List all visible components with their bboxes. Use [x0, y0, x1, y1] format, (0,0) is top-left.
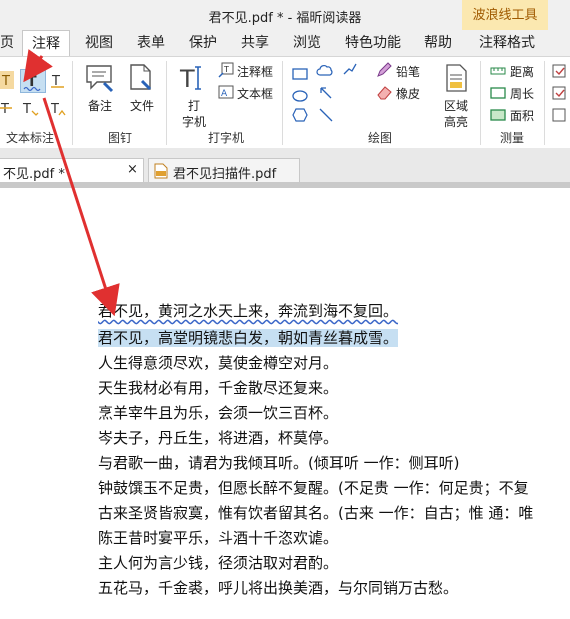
- doc-tab-label: 君不见扫描件.pdf: [173, 167, 277, 182]
- poem-line: 君不见，高堂明镜悲白发，朝如青丝暮成雪。: [98, 327, 399, 349]
- document-tab-bar: 不见.pdf * × 君不见扫描件.pdf: [0, 148, 570, 183]
- pencil-icon[interactable]: [376, 62, 392, 78]
- poem-line: 陈王昔时宴平乐，斗酒十千恣欢谑。: [98, 529, 339, 547]
- poem-line: 主人何为言少钱，径须沽取对君酌。: [98, 554, 339, 572]
- pencil-label[interactable]: 铅笔: [396, 63, 420, 80]
- ribbon-separator: [166, 61, 167, 145]
- stamp-edit-icon[interactable]: [552, 85, 568, 101]
- group-label-pin: 图钉: [108, 131, 133, 145]
- tab-view[interactable]: 视图: [76, 30, 122, 56]
- typewriter-label-2[interactable]: 字机: [182, 113, 206, 130]
- ellipse-icon[interactable]: [292, 87, 308, 102]
- poem-line: 五花马，千金裘，呼儿将出换美酒，与尔同销万古愁。: [98, 579, 459, 597]
- arrow-tool-icon[interactable]: [318, 85, 334, 101]
- eraser-label[interactable]: 橡皮: [396, 85, 420, 102]
- svg-text:T: T: [22, 102, 31, 117]
- underline-text-icon[interactable]: T: [50, 71, 66, 89]
- poem-line: 钟鼓馔玉不足贵，但愿长醉不复醒。(不足贵 一作：何足贵；不复: [98, 479, 529, 497]
- textbox-label[interactable]: 文本框: [237, 85, 273, 102]
- poem-line: 君不见，黄河之水天上来，奔流到海不复回。: [98, 300, 398, 322]
- close-icon[interactable]: ×: [127, 162, 138, 177]
- poem-line: 古来圣贤皆寂寞，惟有饮者留其名。(古来 一作：自古；惟 通：唯: [98, 504, 534, 522]
- doc-tab-active[interactable]: 不见.pdf * ×: [0, 158, 144, 183]
- svg-text:T: T: [223, 65, 229, 74]
- ribbon-separator: [282, 61, 283, 145]
- tab-browse[interactable]: 浏览: [284, 30, 330, 56]
- file-label[interactable]: 文件: [130, 97, 154, 114]
- tab-features[interactable]: 特色功能: [340, 30, 406, 56]
- polygon-icon[interactable]: [292, 107, 308, 122]
- group-label-text-markup: 文本标注: [6, 131, 55, 145]
- distance-label[interactable]: 距离: [510, 63, 534, 80]
- rectangle-icon[interactable]: [292, 65, 308, 80]
- tab-comment[interactable]: 注释: [22, 30, 70, 58]
- tab-form[interactable]: 表单: [128, 30, 174, 56]
- pdf-file-icon: [154, 163, 168, 179]
- polyline-icon[interactable]: [342, 61, 358, 77]
- perimeter-label[interactable]: 周长: [510, 85, 534, 102]
- stamp-create-icon[interactable]: [552, 107, 568, 123]
- group-label-typewriter: 打字机: [208, 131, 245, 145]
- replace-text-icon[interactable]: T: [22, 99, 40, 117]
- poem-line: 与君歌一曲，请君为我倾耳听。(倾耳听 一作：侧耳听): [98, 454, 460, 472]
- area-label[interactable]: 面积: [510, 107, 534, 124]
- eraser-icon[interactable]: [376, 84, 392, 100]
- context-tool-label: 波浪线工具: [462, 0, 548, 30]
- group-label-drawing: 绘图: [368, 131, 393, 145]
- ribbon-separator: [72, 61, 73, 145]
- file-attachment-icon[interactable]: [126, 63, 154, 93]
- highlight-text-icon[interactable]: T: [0, 71, 14, 89]
- ribbon-separator: [480, 61, 481, 145]
- textbox-icon[interactable]: A: [218, 84, 234, 100]
- poem-line: 天生我材必有用，千金散尽还复来。: [98, 379, 339, 397]
- area-icon[interactable]: [490, 107, 506, 121]
- svg-text:T: T: [0, 102, 9, 117]
- typewriter-label-1[interactable]: 打: [188, 97, 200, 114]
- line-icon[interactable]: [318, 107, 334, 123]
- poem-line: 岑夫子，丹丘生，将进酒，杯莫停。: [98, 429, 339, 447]
- callout-label[interactable]: 注释框: [237, 63, 273, 80]
- svg-text:T: T: [179, 65, 195, 93]
- note-icon[interactable]: [84, 63, 116, 93]
- svg-text:A: A: [221, 89, 228, 99]
- svg-text:T: T: [50, 102, 59, 117]
- wavy-underline-tool-icon[interactable]: T: [20, 69, 46, 93]
- wavy-underlined-text[interactable]: 君不见，黄河之水天上来，奔流到海不复回。: [98, 302, 398, 320]
- tab-page[interactable]: 页: [0, 30, 14, 56]
- document-page: 君不见，黄河之水天上来，奔流到海不复回。 君不见，高堂明镜悲白发，朝如青丝暮成雪…: [0, 188, 570, 619]
- note-label[interactable]: 备注: [88, 97, 112, 114]
- tab-share[interactable]: 共享: [232, 30, 278, 56]
- poem-line: 人生得意须尽欢，莫使金樽空对月。: [98, 354, 339, 372]
- stamp-icon[interactable]: [552, 63, 568, 79]
- doc-tab-second[interactable]: 君不见扫描件.pdf: [148, 158, 300, 183]
- strikeout-text-icon[interactable]: T: [0, 99, 14, 117]
- group-label-measure: 测量: [500, 131, 525, 145]
- area-highlight-label-2[interactable]: 高亮: [444, 113, 468, 130]
- ribbon-panel: T T T T T T 文本标注 备注 文件 图钉 T 打 字机 T 注释框 A…: [0, 56, 570, 150]
- area-highlight-icon[interactable]: [444, 63, 468, 93]
- distance-icon[interactable]: [490, 63, 506, 77]
- poem-line: 烹羊宰牛且为乐，会须一饮三百杯。: [98, 404, 339, 422]
- perimeter-icon[interactable]: [490, 85, 506, 99]
- tab-comment-format[interactable]: 注释格式: [470, 30, 544, 56]
- ribbon-separator: [544, 61, 545, 145]
- svg-text:T: T: [1, 74, 10, 89]
- doc-tab-label: 不见.pdf *: [3, 167, 65, 182]
- highlighted-text[interactable]: 君不见，高堂明镜悲白发，朝如青丝暮成雪。: [98, 329, 399, 347]
- insert-text-icon[interactable]: T: [50, 99, 68, 117]
- callout-icon[interactable]: T: [218, 62, 234, 78]
- area-highlight-label-1[interactable]: 区域: [444, 97, 468, 114]
- tab-protect[interactable]: 保护: [180, 30, 226, 56]
- cloud-icon[interactable]: [316, 63, 334, 77]
- typewriter-icon[interactable]: T: [178, 63, 208, 93]
- tab-help[interactable]: 帮助: [416, 30, 460, 56]
- ribbon-tab-bar: 页 注释 视图 表单 保护 共享 浏览 特色功能 帮助 注释格式: [0, 30, 570, 58]
- title-bar: 君不见.pdf * - 福昕阅读器 波浪线工具: [0, 0, 570, 30]
